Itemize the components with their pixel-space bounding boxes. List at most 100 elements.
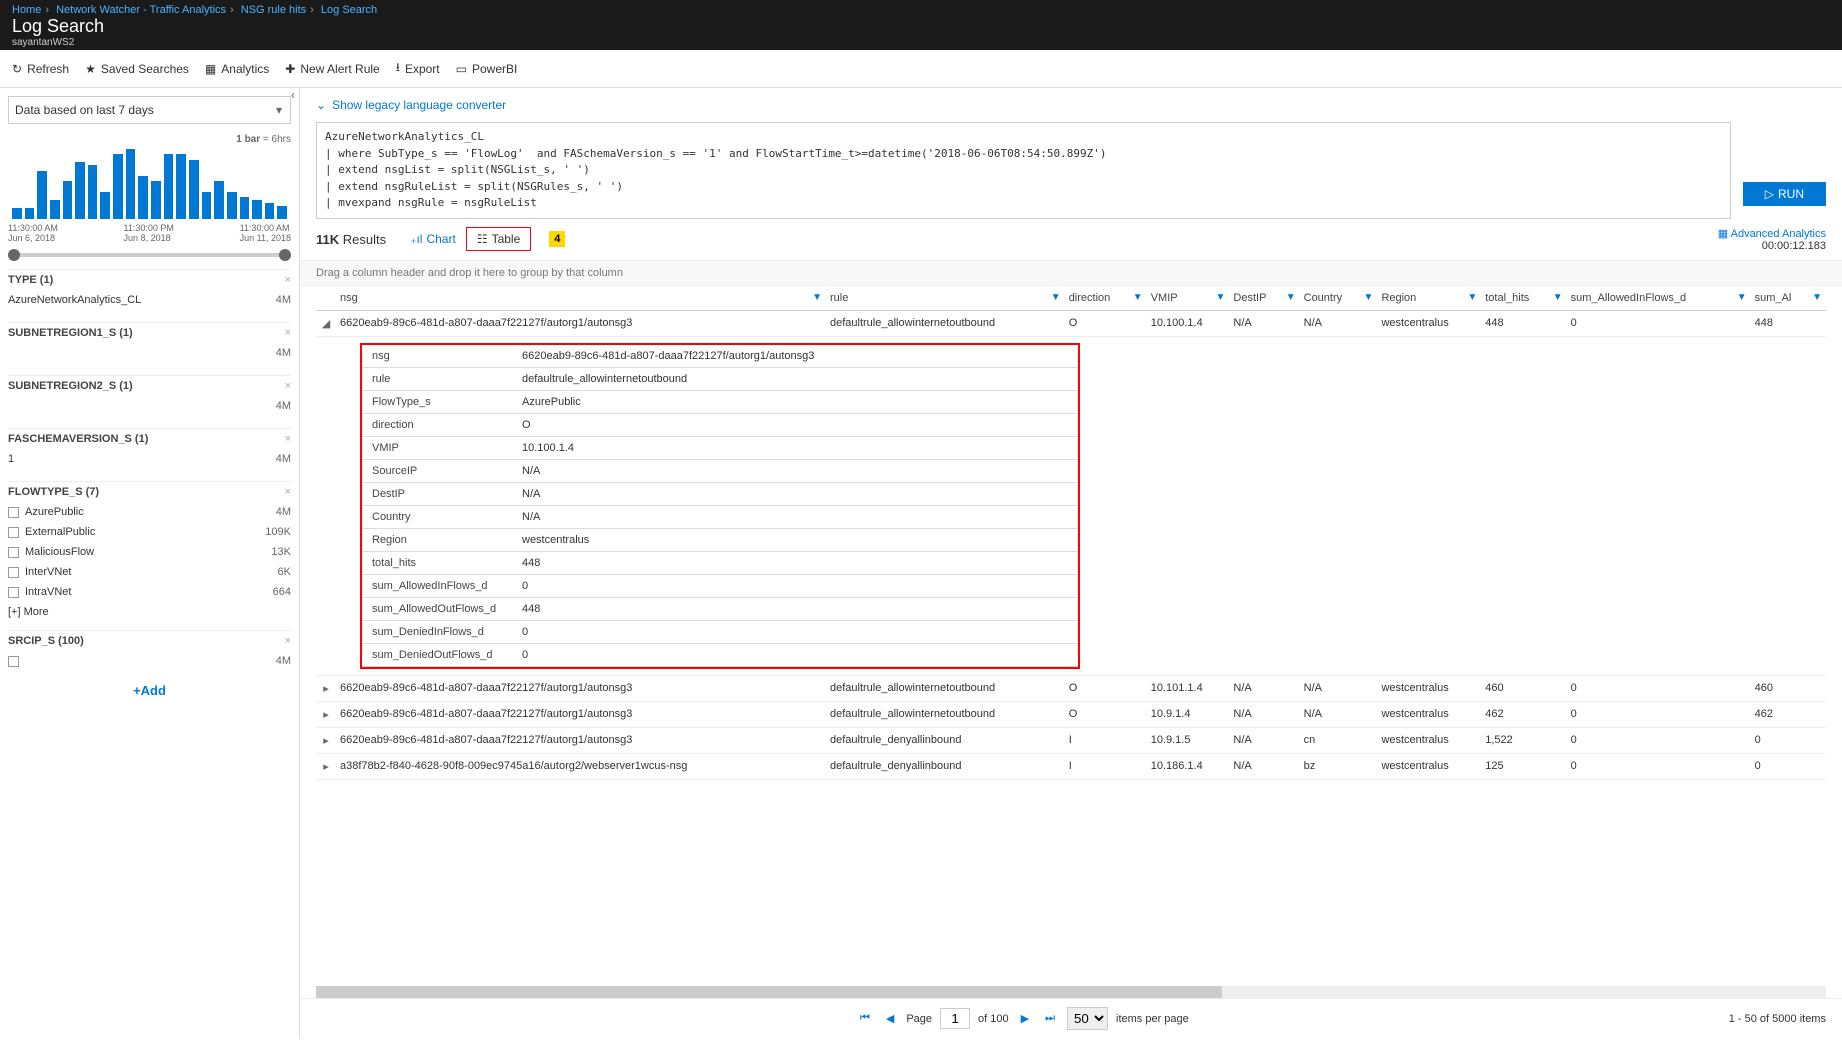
expand-icon[interactable]: ▸ (316, 701, 336, 727)
checkbox[interactable] (8, 656, 19, 667)
facet-row[interactable]: 4M (8, 651, 291, 671)
add-facet-button[interactable]: +Add (8, 683, 291, 698)
histogram-bar[interactable] (113, 154, 123, 219)
histogram-bar[interactable] (252, 200, 262, 219)
histogram-bar[interactable] (75, 162, 85, 219)
facet-row[interactable]: 4M (8, 396, 291, 416)
facet-row[interactable]: 14M (8, 449, 291, 469)
facet-header[interactable]: SUBNETREGION2_S (1)× (8, 375, 291, 396)
filter-icon[interactable]: ▼ (1051, 292, 1061, 303)
time-range-select[interactable]: Data based on last 7 days (8, 96, 291, 124)
filter-icon[interactable]: ▼ (1737, 292, 1747, 303)
checkbox[interactable] (8, 587, 19, 598)
crumb-nsg[interactable]: NSG rule hits (241, 4, 306, 16)
checkbox[interactable] (8, 567, 19, 578)
checkbox[interactable] (8, 527, 19, 538)
histogram-bar[interactable] (240, 197, 250, 219)
histogram-bar[interactable] (277, 206, 287, 219)
column-header[interactable]: sum_AllowedInFlows_d▼ (1567, 286, 1751, 311)
expand-icon[interactable]: ▸ (316, 727, 336, 753)
histogram-bar[interactable] (63, 181, 73, 219)
column-header[interactable]: Country▼ (1300, 286, 1378, 311)
histogram-bar[interactable] (25, 208, 35, 219)
histogram-bar[interactable] (50, 200, 60, 219)
facet-header[interactable]: TYPE (1)× (8, 269, 291, 290)
group-hint[interactable]: Drag a column header and drop it here to… (300, 260, 1842, 286)
checkbox[interactable] (8, 547, 19, 558)
histogram-bar[interactable] (265, 203, 275, 219)
facet-row[interactable]: IntraVNet664 (8, 582, 291, 602)
close-icon[interactable]: × (285, 380, 291, 392)
facet-row[interactable]: AzureNetworkAnalytics_CL4M (8, 290, 291, 310)
histogram-chart[interactable] (8, 149, 291, 219)
table-row[interactable]: ▸6620eab9-89c6-481d-a807-daaa7f22127f/au… (316, 727, 1826, 753)
column-header[interactable]: nsg▼ (336, 286, 826, 311)
column-header[interactable]: Region▼ (1377, 286, 1481, 311)
filter-icon[interactable]: ▼ (1216, 292, 1226, 303)
page-size-select[interactable]: 50 (1067, 1007, 1108, 1030)
powerbi-button[interactable]: ▭PowerBI (456, 62, 518, 76)
column-header[interactable]: sum_Al▼ (1751, 286, 1826, 311)
page-last-button[interactable]: ⏭ (1041, 1012, 1059, 1025)
facet-row[interactable]: 4M (8, 343, 291, 363)
query-editor[interactable]: AzureNetworkAnalytics_CL | where SubType… (316, 122, 1731, 219)
column-header[interactable]: VMIP▼ (1147, 286, 1230, 311)
table-row[interactable]: ▸6620eab9-89c6-481d-a807-daaa7f22127f/au… (316, 701, 1826, 727)
column-header[interactable]: DestIP▼ (1229, 286, 1299, 311)
refresh-button[interactable]: ↻Refresh (12, 62, 69, 76)
facet-header[interactable]: FLOWTYPE_S (7)× (8, 481, 291, 502)
facet-row[interactable]: MaliciousFlow13K (8, 542, 291, 562)
expand-icon[interactable]: ▸ (316, 675, 336, 701)
histogram-bar[interactable] (37, 171, 47, 219)
filter-icon[interactable]: ▼ (1467, 292, 1477, 303)
close-icon[interactable]: × (285, 433, 291, 445)
filter-icon[interactable]: ▼ (1286, 292, 1296, 303)
close-icon[interactable]: × (285, 635, 291, 647)
histogram-bar[interactable] (12, 208, 22, 219)
facet-header[interactable]: SRCIP_S (100)× (8, 630, 291, 651)
saved-searches-button[interactable]: ★Saved Searches (85, 62, 189, 76)
crumb-nw[interactable]: Network Watcher - Traffic Analytics (56, 4, 226, 16)
time-slider[interactable] (8, 253, 291, 257)
histogram-bar[interactable] (214, 181, 224, 219)
checkbox[interactable] (8, 507, 19, 518)
histogram-bar[interactable] (151, 181, 161, 219)
close-icon[interactable]: × (285, 486, 291, 498)
filter-icon[interactable]: ▼ (1812, 292, 1822, 303)
histogram-bar[interactable] (88, 165, 98, 219)
view-chart-tab[interactable]: ₊ılChart (400, 227, 466, 251)
table-row[interactable]: ▸6620eab9-89c6-481d-a807-daaa7f22127f/au… (316, 675, 1826, 701)
column-header[interactable]: total_hits▼ (1481, 286, 1566, 311)
export-button[interactable]: ⭳Export (396, 58, 440, 79)
filter-icon[interactable]: ▼ (1133, 292, 1143, 303)
new-alert-button[interactable]: ✚New Alert Rule (285, 62, 379, 76)
histogram-bar[interactable] (176, 154, 186, 219)
legacy-converter-link[interactable]: Show legacy language converter (300, 88, 1842, 122)
facet-row[interactable]: AzurePublic4M (8, 502, 291, 522)
crumb-home[interactable]: Home (12, 4, 41, 16)
facet-row[interactable]: InterVNet6K (8, 562, 291, 582)
expand-icon[interactable]: ▸ (316, 753, 336, 779)
close-icon[interactable]: × (285, 327, 291, 339)
filter-icon[interactable]: ▼ (1553, 292, 1563, 303)
page-input[interactable] (940, 1008, 970, 1029)
histogram-bar[interactable] (138, 176, 148, 219)
table-row[interactable]: ◢6620eab9-89c6-481d-a807-daaa7f22127f/au… (316, 310, 1826, 336)
page-prev-button[interactable]: ◀ (882, 1012, 898, 1025)
filter-icon[interactable]: ▼ (812, 292, 822, 303)
histogram-bar[interactable] (100, 192, 110, 219)
analytics-button[interactable]: ▦Analytics (205, 62, 269, 76)
run-button[interactable]: ▷RUN (1743, 182, 1826, 206)
more-link[interactable]: [+] More (8, 606, 291, 618)
facet-row[interactable]: ExternalPublic109K (8, 522, 291, 542)
facet-header[interactable]: FASCHEMAVERSION_S (1)× (8, 428, 291, 449)
advanced-analytics-link[interactable]: ▦ Advanced Analytics (1718, 227, 1826, 240)
view-table-tab[interactable]: ☷Table (466, 227, 531, 251)
histogram-bar[interactable] (189, 160, 199, 219)
page-first-button[interactable]: ⏮ (856, 1012, 874, 1025)
expand-icon[interactable]: ◢ (316, 310, 336, 336)
column-header[interactable]: direction▼ (1065, 286, 1147, 311)
histogram-bar[interactable] (202, 192, 212, 219)
histogram-bar[interactable] (126, 149, 136, 219)
horizontal-scrollbar[interactable] (316, 986, 1826, 998)
